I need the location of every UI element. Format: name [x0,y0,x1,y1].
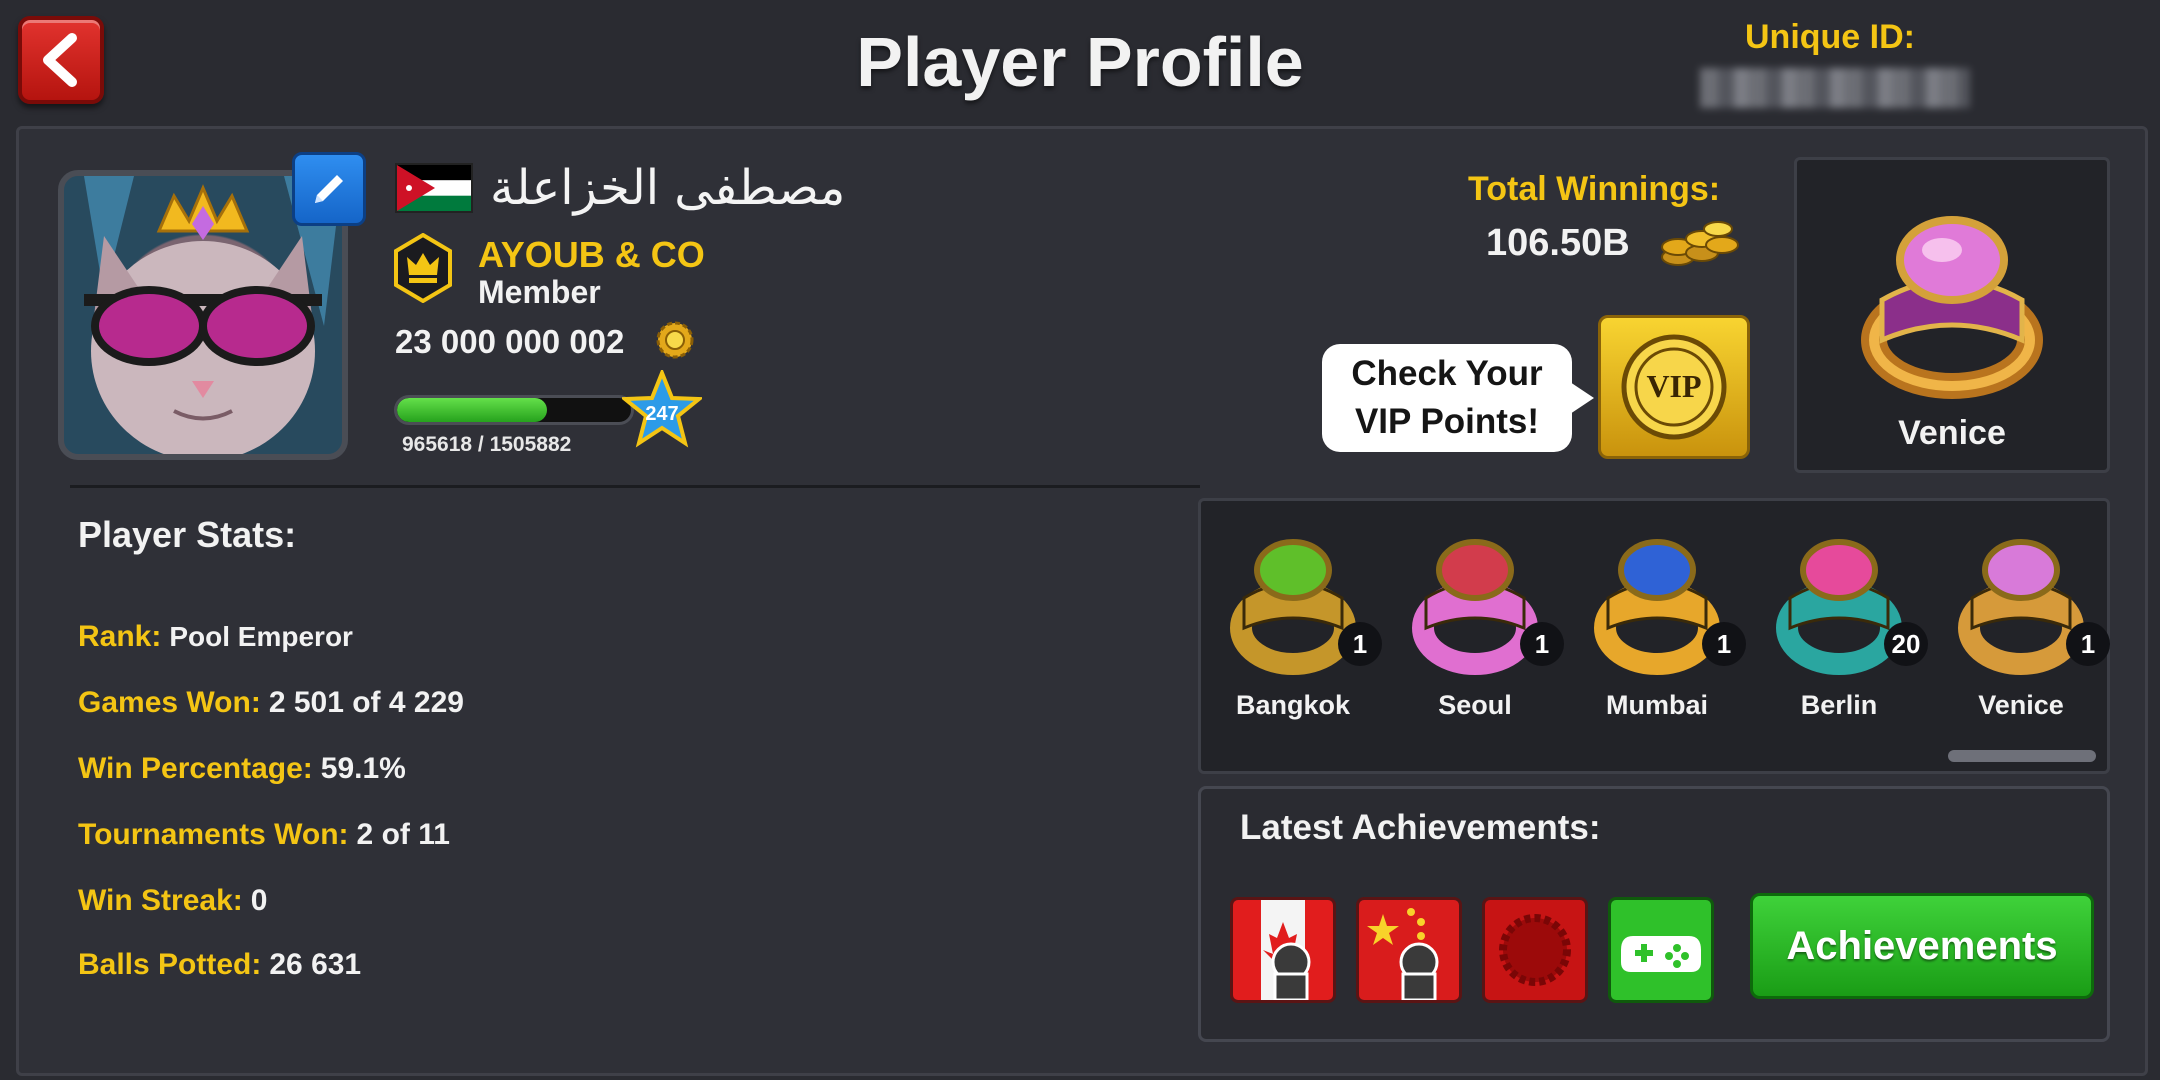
venice-ring-icon [1958,539,2084,675]
ring-name: Bangkok [1235,690,1351,720]
player-stats-title: Player Stats: [78,514,297,555]
club-crown-icon[interactable] [393,232,453,304]
ring-name: Seoul [1438,690,1512,720]
unique-id-label: Unique ID: [1745,18,1915,56]
red-seal-badge-icon [1485,900,1585,1000]
coin-stack-icon [1658,215,1740,271]
venice-ring-icon [1842,190,2062,410]
stat-value: 26 631 [269,948,362,981]
ring-count: 1 [1702,622,1746,666]
equipped-ring-name: Venice [1898,414,2006,452]
vip-bubble-line1: Check Your [1351,354,1543,393]
unique-id-value-redacted [1700,68,1970,108]
ring-count: 1 [1520,622,1564,666]
stat-value: 0 [250,884,268,917]
stat-label: Tournaments Won: [78,818,349,851]
berlin-ring-icon [1776,539,1902,675]
xp-progress-bar [394,395,634,425]
stat-label: Balls Potted: [78,948,262,981]
rings-scrollbar[interactable] [1948,750,2096,762]
ring-item-bangkok[interactable]: 1 Bangkok [1218,520,1388,740]
stat-value: Pool Emperor [169,621,353,652]
ring-item-mumbai[interactable]: 1 Mumbai [1582,520,1752,740]
xp-progress-fill [397,398,547,422]
level-badge: 247 [619,367,705,450]
club-name[interactable]: AYOUB & CO [478,234,705,276]
total-winnings-value: 106.50B [1486,222,1630,264]
ring-item-venice[interactable]: 1 Venice [1946,520,2116,740]
latest-achievements-title: Latest Achievements: [1240,808,1601,847]
ring-name: Venice [1978,690,2064,720]
stat-label: Rank: [78,620,162,653]
player-name: مصطفى الخزاعلة [490,160,846,216]
canada-flag-badge[interactable] [1230,897,1336,1003]
ring-name: Berlin [1800,690,1878,720]
red-seal-badge[interactable] [1482,897,1588,1003]
ring-count: 20 [1884,622,1928,666]
bangkok-ring-icon [1230,539,1356,675]
vip-badge-icon: VIP [1621,334,1727,440]
vip-badge-text: VIP [1646,368,1701,404]
club-role: Member [478,274,601,310]
vip-bubble-line2: VIP Points! [1354,402,1540,441]
stat-win-streak: Win Streak: 0 [78,884,267,918]
stat-label: Games Won: [78,686,261,719]
gamepad-icon [1611,900,1711,1000]
cash-gear-icon [655,320,695,360]
stat-value: 2 501 of 4 229 [268,686,464,719]
coins-value: 23 000 000 002 [395,323,625,360]
mumbai-ring-icon [1594,539,1720,675]
ring-item-seoul[interactable]: 1 Seoul [1400,520,1570,740]
edit-profile-button[interactable] [292,152,366,226]
china-flag-badge-icon [1359,900,1459,1000]
stat-label: Win Streak: [78,884,243,917]
divider [70,485,1200,488]
total-winnings-label: Total Winnings: [1468,170,1721,208]
ring-count: 1 [2066,622,2110,666]
check-vip-points-bubble[interactable]: Check Your VIP Points! [1322,344,1594,452]
level-value: 247 [645,403,678,425]
china-flag-badge[interactable] [1356,897,1462,1003]
stat-label: Win Percentage: [78,752,313,785]
canada-flag-badge-icon [1233,900,1333,1000]
seoul-ring-icon [1412,539,1538,675]
stat-value: 2 of 11 [356,818,450,851]
pencil-icon [315,175,343,203]
stat-win-percentage: Win Percentage: 59.1% [78,752,406,786]
stat-games-won: Games Won: 2 501 of 4 229 [78,686,464,720]
achievements-button[interactable]: Achievements [1750,893,2094,999]
stat-tournaments-won: Tournaments Won: 2 of 11 [78,818,450,852]
ring-name: Mumbai [1605,690,1708,720]
google-play-games-badge[interactable] [1608,897,1714,1003]
jordan-flag-icon [395,163,473,213]
vip-button[interactable]: VIP [1598,315,1750,459]
ring-count: 1 [1338,622,1382,666]
stat-value: 59.1% [320,752,406,785]
xp-text: 965618 / 1505882 [402,433,572,456]
stat-rank: Rank: Pool Emperor [78,620,353,654]
ring-item-berlin[interactable]: 20 Berlin [1764,520,1934,740]
stat-balls-potted: Balls Potted: 26 631 [78,948,361,982]
